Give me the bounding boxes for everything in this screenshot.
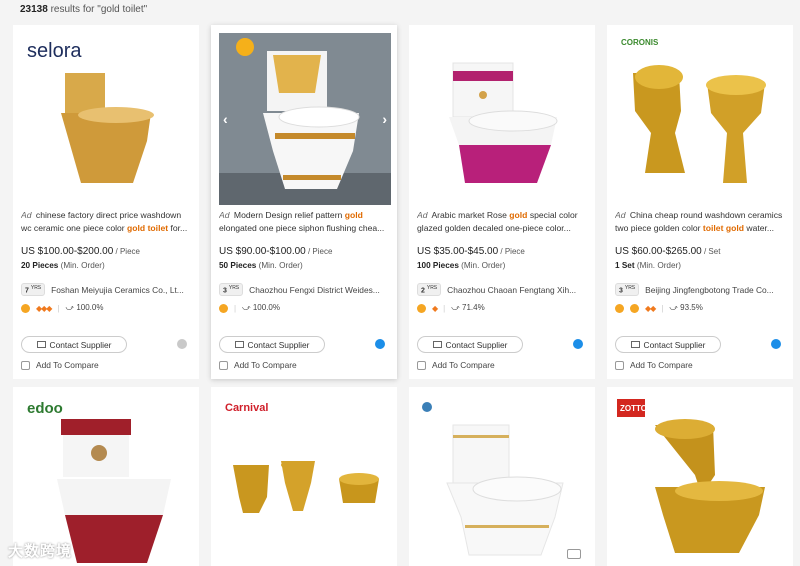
price: US $35.00-$45.00 / Piece [417, 246, 525, 257]
product-card[interactable]: Carnival [211, 387, 397, 566]
svg-text:edoo: edoo [27, 400, 63, 417]
medal-icon [21, 303, 30, 313]
product-image[interactable]: Carnival [219, 395, 391, 566]
video-icon[interactable] [567, 549, 581, 559]
product-card[interactable]: Ad Arabic market Rose gold special color… [409, 25, 595, 379]
prev-arrow-icon[interactable]: ‹ [223, 111, 228, 127]
contact-supplier-button[interactable]: Contact Supplier [417, 336, 523, 353]
product-image[interactable]: selora [21, 33, 193, 205]
price: US $100.00-$200.00 / Piece [21, 246, 140, 257]
chat-icon[interactable] [375, 339, 385, 349]
diamond-icon: ◆◆ [645, 303, 656, 313]
min-order: 50 Pieces (Min. Order) [219, 261, 303, 270]
add-to-compare[interactable]: Add To Compare [21, 360, 99, 370]
add-to-compare[interactable]: Add To Compare [417, 360, 495, 370]
medal-icon [630, 303, 639, 313]
years-badge: 3 YRS [219, 283, 244, 297]
min-order: 100 Pieces (Min. Order) [417, 261, 506, 270]
min-order: 20 Pieces (Min. Order) [21, 261, 105, 270]
supplier-metrics: ◆◆ | ⤻ 93.5% [615, 303, 703, 313]
watermark: 大数跨境 [8, 543, 73, 560]
product-image[interactable]: CORONIS [615, 33, 787, 205]
svg-text:selora: selora [27, 40, 82, 62]
svg-text:CORONIS: CORONIS [621, 38, 659, 47]
results-count: 23138 results for "gold toilet" [20, 4, 148, 15]
product-image[interactable]: ZOTTO [615, 395, 787, 566]
chat-icon[interactable] [573, 339, 583, 349]
supplier-metrics: ◆◆◆ | ⤻ 100.0% [21, 303, 103, 313]
years-badge: 7 YRS [21, 283, 46, 297]
chat-icon[interactable] [177, 339, 187, 349]
add-to-compare[interactable]: Add To Compare [219, 360, 297, 370]
compare-checkbox[interactable] [21, 360, 30, 370]
compare-checkbox[interactable] [417, 360, 426, 370]
contact-supplier-button[interactable]: Contact Supplier [615, 336, 721, 353]
contact-supplier-button[interactable]: Contact Supplier [219, 336, 325, 353]
supplier[interactable]: 2 YRS Chaozhou Chaoan Fengtang Xih... [417, 283, 591, 297]
diamond-icon: ◆◆◆ [36, 303, 53, 313]
price: US $60.00-$265.00 / Set [615, 246, 721, 257]
contact-supplier-button[interactable]: Contact Supplier [21, 336, 127, 353]
product-card[interactable]: ‹ › Ad Modern Design relief pattern gold… [211, 25, 397, 379]
svg-text:Carnival: Carnival [225, 402, 268, 414]
years-badge: 3 YRS [615, 283, 640, 297]
compare-checkbox[interactable] [219, 360, 228, 370]
product-card[interactable]: selora Ad chinese factory direct price w… [13, 25, 199, 379]
supplier[interactable]: 7 YRS Foshan Meiyujia Ceramics Co., Lt... [21, 283, 195, 297]
product-title[interactable]: Ad Arabic market Rose gold special color… [417, 209, 589, 234]
product-card[interactable] [409, 387, 595, 566]
mail-icon [234, 341, 244, 348]
product-card[interactable]: ZOTTO [607, 387, 793, 566]
svg-text:ZOTTO: ZOTTO [620, 404, 647, 413]
product-image[interactable]: ‹ › [219, 33, 391, 205]
add-to-compare[interactable]: Add To Compare [615, 360, 693, 370]
product-title[interactable]: Ad Modern Design relief pattern gold elo… [219, 209, 391, 234]
diamond-icon: ◆ [432, 303, 438, 313]
mail-icon [36, 341, 46, 348]
supplier[interactable]: 3 YRS Beijing Jingfengbotong Trade Co... [615, 283, 789, 297]
medal-icon [219, 303, 228, 313]
supplier[interactable]: 3 YRS Chaozhou Fengxi District Weides... [219, 283, 393, 297]
min-order: 1 Set (Min. Order) [615, 261, 681, 270]
product-image[interactable] [417, 395, 589, 566]
price: US $90.00-$100.00 / Piece [219, 246, 333, 257]
product-title[interactable]: Ad chinese factory direct price washdown… [21, 209, 193, 234]
medal-icon [615, 303, 624, 313]
product-title[interactable]: Ad China cheap round washdown ceramics t… [615, 209, 787, 234]
supplier-metrics: ◆ | ⤻ 71.4% [417, 303, 485, 313]
years-badge: 2 YRS [417, 283, 442, 297]
chat-icon[interactable] [771, 339, 781, 349]
compare-checkbox[interactable] [615, 360, 624, 370]
product-card[interactable]: CORONIS Ad China cheap round washdown ce… [607, 25, 793, 379]
supplier-metrics: | ⤻ 100.0% [219, 303, 280, 313]
medal-icon [417, 303, 426, 313]
next-arrow-icon[interactable]: › [382, 111, 387, 127]
product-image[interactable] [417, 33, 589, 205]
mail-icon [630, 341, 640, 348]
mail-icon [432, 341, 442, 348]
